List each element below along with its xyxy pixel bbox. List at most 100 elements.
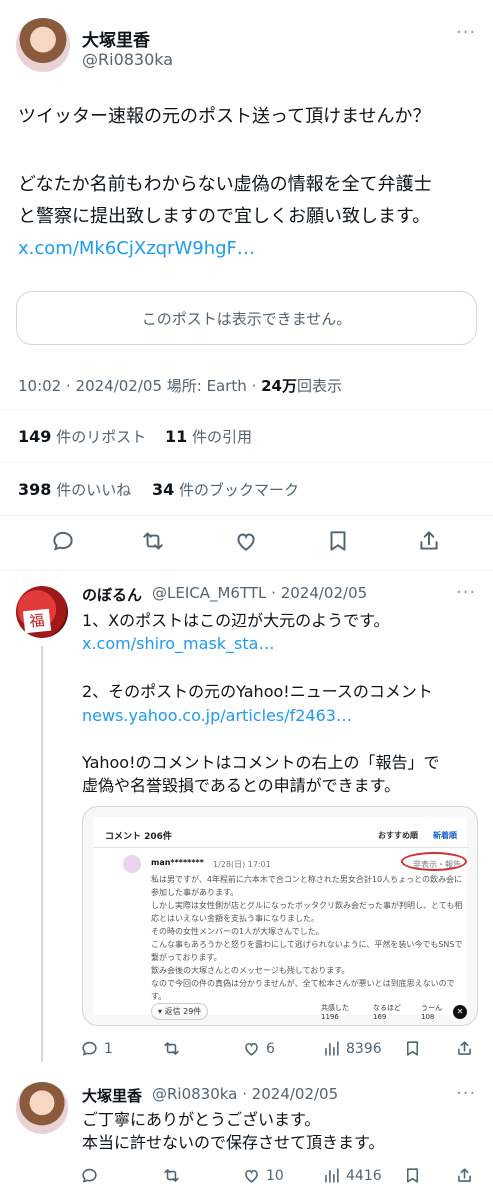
bookmarks-count: 34	[152, 480, 175, 499]
reply2-line-1: ご丁寧にありがとうございます。	[82, 1110, 321, 1129]
embed-line: 参加した事があります。	[151, 888, 239, 897]
reply1-bookmark-action[interactable]	[403, 1039, 422, 1058]
embed-reaction-label: うーん	[421, 1004, 442, 1012]
reply1-reply-action[interactable]: 1	[80, 1039, 113, 1058]
embed-line: こんな事もあろうかと怒りを露わにして逃げられないように、平然を装い今でもSNSで	[151, 940, 463, 949]
reply-icon	[82, 1041, 97, 1056]
embed-line: 応とはいえない金額を支払う事になりました。	[151, 914, 319, 923]
embed-reaction-count: 1196	[321, 1013, 339, 1021]
more-options-icon[interactable]: ···	[456, 22, 476, 43]
like-icon[interactable]	[233, 528, 259, 554]
reply2-bookmark-action[interactable]	[403, 1166, 422, 1185]
reply1-reply-count: 1	[104, 1040, 113, 1057]
reply1-views-count: 8396	[346, 1040, 382, 1057]
embed-line: 飲み会後の大塚さんとのメッセージも残しております。	[151, 966, 350, 975]
embed-line: しかし実際は女性側が店とグルになったボッタクリ飲み会だった事が判明し、とても相	[151, 901, 463, 910]
embed-date: 1/28(日) 17:01	[213, 860, 271, 869]
reply1-author-name[interactable]: のぼるん	[82, 584, 142, 605]
reply2-views-action[interactable]: 4416	[322, 1166, 382, 1185]
embed-x-icon: ✕	[453, 1005, 467, 1019]
views-icon	[325, 1041, 339, 1056]
reply-icon	[82, 1168, 97, 1183]
reply2-avatar[interactable]	[16, 1082, 68, 1134]
bookmarks-label: 件のブックマーク	[179, 481, 300, 499]
reply2-like-action[interactable]: 10	[242, 1166, 284, 1185]
quotes-count: 11	[165, 427, 188, 446]
reply2-author-handle[interactable]: @Ri0830ka · 2024/02/05	[152, 1085, 338, 1103]
reply1-avatar-char: 福	[22, 608, 52, 634]
quote-unavailable-text: このポストは表示できません。	[141, 309, 352, 328]
reply1-link-1[interactable]: x.com/shiro_mask_sta…	[82, 632, 274, 655]
post-meta: 10:02 · 2024/02/05 場所: Earth · 24万回表示	[18, 375, 342, 396]
reply1-link-2[interactable]: news.yahoo.co.jp/articles/f2463…	[82, 704, 352, 727]
quotes-stat[interactable]: 11 件の引用	[165, 426, 252, 447]
reply1-line-3: Yahoo!のコメントはコメントの右上の「報告」で	[82, 753, 440, 772]
reply1-line-4: 虚偽や名誉毀損であるとの申請ができます。	[82, 776, 401, 795]
embed-reaction-label: なるほど	[373, 1004, 401, 1012]
reply2-more-icon[interactable]: ···	[456, 1083, 476, 1104]
reply2-share-action[interactable]	[455, 1166, 474, 1185]
bookmark-icon	[406, 1041, 419, 1056]
reposts-count: 149	[18, 427, 52, 446]
share-icon	[458, 1041, 471, 1055]
embed-user: man********	[151, 858, 204, 867]
reply1-like-count: 6	[266, 1040, 275, 1057]
reply1-share-action[interactable]	[455, 1039, 474, 1058]
repost-icon	[164, 1169, 179, 1182]
repost-icon[interactable]	[140, 528, 166, 554]
embed-line: す。	[151, 992, 167, 1001]
reply1-more-icon[interactable]: ···	[456, 582, 476, 603]
embed-reaction-label: 共感した	[321, 1004, 349, 1012]
author-handle[interactable]: @Ri0830ka	[82, 50, 173, 69]
reply1-like-action[interactable]: 6	[242, 1039, 275, 1058]
report-circle	[401, 852, 467, 871]
reply2-reply-action[interactable]	[80, 1166, 99, 1185]
share-icon[interactable]	[416, 528, 442, 554]
embed-user-icon	[123, 855, 141, 873]
bookmarks-stat[interactable]: 34 件のブックマーク	[152, 479, 299, 500]
bookmark-icon	[406, 1168, 419, 1183]
post-text-line-3: と警察に提出致しますので宜しくお願い致します。	[18, 206, 431, 227]
views-label: 回表示	[296, 377, 342, 395]
reply2-repost-action[interactable]	[162, 1166, 181, 1185]
author-name[interactable]: 大塚里香	[82, 26, 150, 51]
embed-tab-newest: 新着順	[433, 831, 457, 840]
embed-replies-button: ▾ 返信 29件	[151, 1003, 209, 1020]
repost-icon	[164, 1042, 179, 1055]
likes-label: 件のいいね	[56, 481, 132, 499]
reply-icon[interactable]	[50, 528, 76, 554]
bookmark-icon[interactable]	[325, 528, 351, 554]
embed-reaction-count: 108	[421, 1013, 435, 1021]
reposts-stat[interactable]: 149 件のリポスト	[18, 426, 146, 447]
embed-reaction-count: 169	[373, 1013, 387, 1021]
embed-tab-recommended: おすすめ順	[378, 831, 418, 840]
post-text-line-1: ツイッター速報の元のポスト送って頂けませんか？	[18, 106, 431, 127]
views-count: 24万	[261, 377, 297, 395]
reply1-image[interactable]: コメント 206件 おすすめ順 新着順 man******** 1/28(日) …	[82, 806, 478, 1026]
reposts-label: 件のリポスト	[56, 428, 147, 446]
reply1-views-action[interactable]: 8396	[322, 1039, 382, 1058]
post-text-line-2: どなたか名前もわからない虚偽の情報を全て弁護士	[18, 174, 432, 195]
embed-comment-header: コメント 206件	[105, 832, 172, 842]
reply1-author-handle[interactable]: @LEICA_M6TTL · 2024/02/05	[152, 584, 367, 602]
post-link[interactable]: x.com/Mk6CjXzqrW9hgF…	[18, 232, 255, 266]
likes-count: 398	[18, 480, 52, 499]
post-time[interactable]: 10:02 · 2024/02/05 場所: Earth ·	[18, 377, 261, 395]
share-icon	[458, 1168, 471, 1182]
reply1-line-1: 1、Xのポストはこの辺が大元のようです。	[82, 611, 390, 630]
likes-stat[interactable]: 398 件のいいね	[18, 479, 131, 500]
like-icon	[245, 1042, 258, 1056]
embed-line: なので今回の件の真偽は分かりませんが、全て松本さんが悪いとは到底思えないので	[151, 979, 455, 988]
author-avatar[interactable]	[16, 18, 70, 72]
quotes-label: 件の引用	[192, 428, 253, 446]
reply2-line-2: 本当に許せないので保存させて頂きます。	[82, 1133, 385, 1152]
reply2-like-count: 10	[266, 1167, 284, 1184]
reply1-repost-action[interactable]	[162, 1039, 181, 1058]
views-icon	[325, 1168, 339, 1183]
reply2-views-count: 4416	[346, 1167, 382, 1184]
embed-line: その時の女性メンバーの1人が大塚さんでした。	[151, 927, 324, 936]
reply1-avatar[interactable]: 福	[16, 586, 68, 638]
reply1-line-2: 2、そのポストの元のYahoo!ニュースのコメント	[82, 682, 433, 701]
embed-line: 繋がっております。	[151, 953, 222, 962]
reply2-author-name[interactable]: 大塚里香	[82, 1085, 142, 1106]
